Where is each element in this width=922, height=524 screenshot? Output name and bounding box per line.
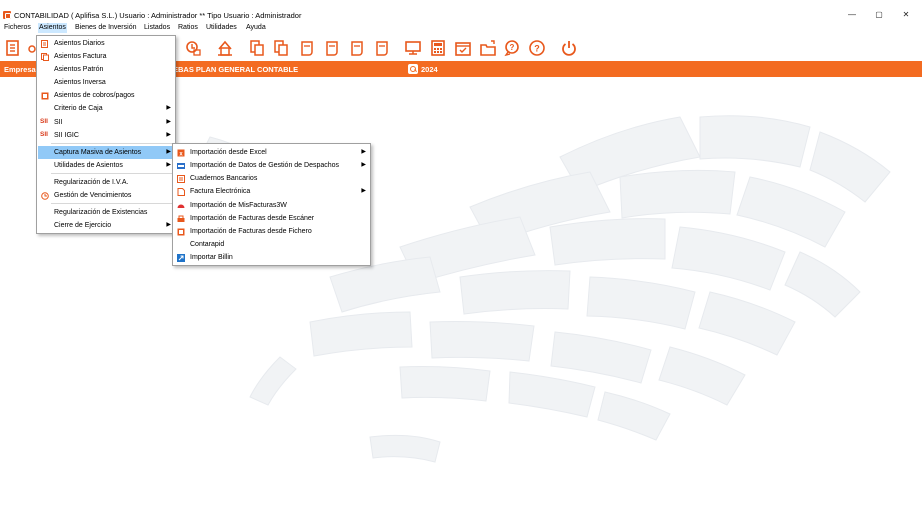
accounts-report-icon[interactable] [373, 39, 391, 57]
menu-item-asientos-patron[interactable]: Asientos Patrón [38, 63, 174, 76]
misfacturas-icon [177, 202, 185, 210]
title-bar: CONTABILIDAD ( Aplifisa S.L.) Usuario : … [0, 8, 922, 22]
folder-icon[interactable] [479, 39, 497, 57]
bank-icon [177, 175, 185, 183]
fiscal-year[interactable]: 2024 [421, 65, 438, 74]
submenu-item-facturas-fichero[interactable]: Importación de Facturas desde Fichero [174, 225, 369, 238]
search-icon[interactable] [408, 64, 418, 74]
ledger-icon[interactable] [248, 39, 266, 57]
menu-bar: Ficheros Asientos Bienes de Inversión Li… [0, 22, 922, 34]
payments-icon [41, 92, 49, 100]
menu-separator [51, 203, 175, 204]
company-name: EBAS PLAN GENERAL CONTABLE [173, 65, 299, 74]
billin-icon [177, 254, 185, 262]
sii-icon: SII [40, 118, 48, 125]
menu-ratios[interactable]: Ratios [177, 23, 199, 33]
journal-icon [41, 40, 49, 48]
submenu-arrow-icon: ▶ [166, 162, 171, 168]
balance-icon[interactable] [323, 39, 341, 57]
menu-utilidades[interactable]: Utilidades [205, 23, 238, 33]
report-icon[interactable] [298, 39, 316, 57]
company-home-icon[interactable] [216, 39, 234, 57]
excel-icon: x [177, 149, 185, 158]
submenu-item-importacion-excel[interactable]: x Importación desde Excel ▶ [174, 146, 369, 159]
submenu-item-gestion-despachos[interactable]: Importación de Datos de Gestión de Despa… [174, 159, 369, 172]
menu-item-gestion-vencimientos[interactable]: Gestión de Vencimientos [38, 189, 174, 202]
company-label: Empresa [4, 65, 36, 74]
scanner-icon [177, 215, 185, 223]
file-import-icon [177, 228, 185, 236]
menu-ficheros[interactable]: Ficheros [3, 23, 32, 33]
submenu-item-importar-billin[interactable]: Importar Billin [174, 251, 369, 264]
menu-item-regularizacion-existencias[interactable]: Regularización de Existencias [38, 206, 174, 219]
due-dates-icon [41, 192, 49, 200]
submenu-item-contarapid[interactable]: Contarapid [174, 238, 369, 251]
menu-item-asientos-inversa[interactable]: Asientos Inversa [38, 76, 174, 89]
menu-item-sii-igic[interactable]: SII SII IGIC ▶ [38, 129, 174, 142]
menu-asientos[interactable]: Asientos [38, 23, 67, 33]
statement-icon[interactable] [348, 39, 366, 57]
help-icon[interactable]: ? [528, 39, 546, 57]
menu-item-captura-masiva[interactable]: Captura Masiva de Asientos ▶ [38, 146, 174, 159]
copy-ledger-icon[interactable] [272, 39, 290, 57]
svg-text:?: ? [534, 44, 540, 54]
submenu-arrow-icon: ▶ [361, 162, 366, 168]
invoice-icon [41, 53, 49, 61]
calculator-icon[interactable] [429, 39, 447, 57]
menu-separator [51, 173, 175, 174]
submenu-item-facturas-escaner[interactable]: Importación de Facturas desde Escáner [174, 212, 369, 225]
menu-item-asientos-diarios[interactable]: Asientos Diarios [38, 37, 174, 50]
submenu-arrow-icon: ▶ [361, 149, 366, 155]
submenu-item-misfacturas3w[interactable]: Importación de MisFacturas3W [174, 199, 369, 212]
e-invoice-icon [177, 188, 185, 196]
close-button[interactable]: ✕ [896, 9, 916, 21]
calendar-icon[interactable] [454, 39, 472, 57]
submenu-arrow-icon: ▶ [361, 188, 366, 194]
maximize-button[interactable]: ▢ [869, 9, 889, 21]
menu-item-asientos-factura[interactable]: Asientos Factura [38, 50, 174, 63]
chat-icon[interactable]: ? [503, 39, 521, 57]
menu-item-cierre-ejercicio[interactable]: Cierre de Ejercicio ▶ [38, 219, 174, 232]
monitor-icon[interactable] [404, 39, 422, 57]
menu-item-sii[interactable]: SII SII ▶ [38, 116, 174, 129]
submenu-arrow-icon: ▶ [166, 222, 171, 228]
menu-listados[interactable]: Listados [143, 23, 171, 33]
menu-item-criterio-caja[interactable]: Criterio de Caja ▶ [38, 102, 174, 115]
submenu-item-factura-electronica[interactable]: Factura Electrónica ▶ [174, 185, 369, 198]
menu-separator [51, 143, 175, 144]
menu-item-utilidades-asientos[interactable]: Utilidades de Asientos ▶ [38, 159, 174, 172]
menu-item-regularizacion-iva[interactable]: Regularización de I.V.A. [38, 176, 174, 189]
sii-icon: SII [40, 131, 48, 138]
submenu-arrow-icon: ▶ [166, 132, 171, 138]
minimize-button[interactable]: — [842, 9, 862, 21]
menu-item-cobros-pagos[interactable]: Asientos de cobros/pagos [38, 89, 174, 102]
profile-icon[interactable] [184, 39, 202, 57]
submenu-arrow-icon: ▶ [166, 119, 171, 125]
submenu-item-cuadernos-bancarios[interactable]: Cuadernos Bancarios [174, 172, 369, 185]
svg-text:?: ? [510, 43, 515, 52]
calculator-ledger-icon[interactable] [4, 39, 22, 57]
captura-masiva-submenu: x Importación desde Excel ▶ Importación … [172, 143, 371, 266]
submenu-arrow-icon: ▶ [166, 105, 171, 111]
menu-bienes-inversion[interactable]: Bienes de Inversión [74, 23, 137, 33]
window-title: CONTABILIDAD ( Aplifisa S.L.) Usuario : … [14, 11, 302, 20]
app-icon [3, 11, 11, 19]
submenu-arrow-icon: ▶ [166, 149, 171, 155]
asientos-menu: Asientos Diarios Asientos Factura Asient… [36, 35, 176, 234]
menu-ayuda[interactable]: Ayuda [245, 23, 267, 33]
office-data-icon [177, 162, 185, 170]
power-icon[interactable] [560, 39, 578, 57]
